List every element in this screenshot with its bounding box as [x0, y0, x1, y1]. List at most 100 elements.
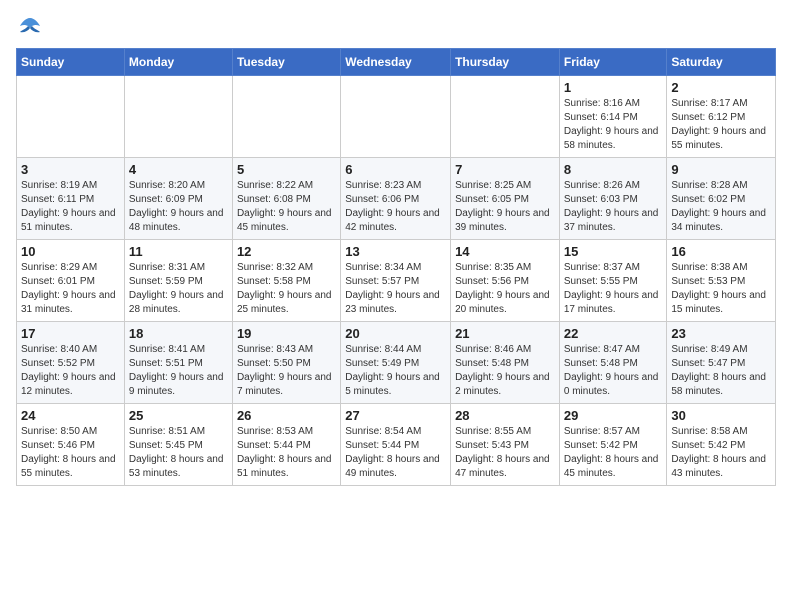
day-info: Sunrise: 8:16 AM Sunset: 6:14 PM Dayligh… [564, 97, 663, 153]
calendar-header-monday: Monday [124, 49, 232, 76]
day-number: 1 [564, 80, 663, 95]
calendar-cell [341, 76, 451, 158]
calendar-header-friday: Friday [559, 49, 667, 76]
day-info: Sunrise: 8:22 AM Sunset: 6:08 PM Dayligh… [237, 179, 336, 235]
day-number: 10 [21, 244, 120, 259]
calendar-cell: 19 Sunrise: 8:43 AM Sunset: 5:50 PM Dayli… [232, 322, 340, 404]
calendar-cell: 3 Sunrise: 8:19 AM Sunset: 6:11 PM Daylig… [17, 158, 125, 240]
day-number: 4 [129, 162, 228, 177]
day-info: Sunrise: 8:29 AM Sunset: 6:01 PM Dayligh… [21, 261, 120, 317]
day-number: 14 [455, 244, 555, 259]
day-info: Sunrise: 8:47 AM Sunset: 5:48 PM Dayligh… [564, 343, 663, 399]
calendar-week-1: 1 Sunrise: 8:16 AM Sunset: 6:14 PM Daylig… [17, 76, 776, 158]
day-number: 18 [129, 326, 228, 341]
calendar-week-2: 3 Sunrise: 8:19 AM Sunset: 6:11 PM Daylig… [17, 158, 776, 240]
day-info: Sunrise: 8:26 AM Sunset: 6:03 PM Dayligh… [564, 179, 663, 235]
day-number: 19 [237, 326, 336, 341]
calendar-week-3: 10 Sunrise: 8:29 AM Sunset: 6:01 PM Dayli… [17, 240, 776, 322]
day-info: Sunrise: 8:31 AM Sunset: 5:59 PM Dayligh… [129, 261, 228, 317]
calendar-table: SundayMondayTuesdayWednesdayThursdayFrid… [16, 48, 776, 486]
day-number: 9 [671, 162, 771, 177]
day-number: 15 [564, 244, 663, 259]
calendar-header-saturday: Saturday [667, 49, 776, 76]
day-number: 22 [564, 326, 663, 341]
day-number: 11 [129, 244, 228, 259]
day-number: 8 [564, 162, 663, 177]
calendar-cell [232, 76, 340, 158]
calendar-cell: 12 Sunrise: 8:32 AM Sunset: 5:58 PM Dayli… [232, 240, 340, 322]
calendar-cell: 15 Sunrise: 8:37 AM Sunset: 5:55 PM Dayli… [559, 240, 667, 322]
calendar-cell: 5 Sunrise: 8:22 AM Sunset: 6:08 PM Daylig… [232, 158, 340, 240]
calendar-cell: 14 Sunrise: 8:35 AM Sunset: 5:56 PM Dayli… [451, 240, 560, 322]
calendar-cell: 27 Sunrise: 8:54 AM Sunset: 5:44 PM Dayli… [341, 404, 451, 486]
day-info: Sunrise: 8:50 AM Sunset: 5:46 PM Dayligh… [21, 425, 120, 481]
day-info: Sunrise: 8:43 AM Sunset: 5:50 PM Dayligh… [237, 343, 336, 399]
calendar-header-tuesday: Tuesday [232, 49, 340, 76]
day-number: 17 [21, 326, 120, 341]
day-number: 6 [345, 162, 446, 177]
calendar-cell: 2Sunrise: 8:17 AM Sunset: 6:12 PM Daylig… [667, 76, 776, 158]
day-number: 27 [345, 408, 446, 423]
day-info: Sunrise: 8:53 AM Sunset: 5:44 PM Dayligh… [237, 425, 336, 481]
calendar-cell: 10 Sunrise: 8:29 AM Sunset: 6:01 PM Dayli… [17, 240, 125, 322]
calendar-cell: 25 Sunrise: 8:51 AM Sunset: 5:45 PM Dayli… [124, 404, 232, 486]
day-number: 20 [345, 326, 446, 341]
day-info: Sunrise: 8:46 AM Sunset: 5:48 PM Dayligh… [455, 343, 555, 399]
calendar-header-wednesday: Wednesday [341, 49, 451, 76]
calendar-cell: 16Sunrise: 8:38 AM Sunset: 5:53 PM Dayli… [667, 240, 776, 322]
day-info: Sunrise: 8:37 AM Sunset: 5:55 PM Dayligh… [564, 261, 663, 317]
calendar-cell: 21 Sunrise: 8:46 AM Sunset: 5:48 PM Dayli… [451, 322, 560, 404]
day-info: Sunrise: 8:40 AM Sunset: 5:52 PM Dayligh… [21, 343, 120, 399]
day-info: Sunrise: 8:55 AM Sunset: 5:43 PM Dayligh… [455, 425, 555, 481]
header [16, 16, 776, 36]
calendar-cell: 30Sunrise: 8:58 AM Sunset: 5:42 PM Dayli… [667, 404, 776, 486]
day-info: Sunrise: 8:32 AM Sunset: 5:58 PM Dayligh… [237, 261, 336, 317]
day-info: Sunrise: 8:19 AM Sunset: 6:11 PM Dayligh… [21, 179, 120, 235]
day-info: Sunrise: 8:28 AM Sunset: 6:02 PM Dayligh… [671, 179, 771, 235]
day-number: 5 [237, 162, 336, 177]
calendar-header-row: SundayMondayTuesdayWednesdayThursdayFrid… [17, 49, 776, 76]
logo [16, 16, 48, 36]
calendar-week-4: 17 Sunrise: 8:40 AM Sunset: 5:52 PM Dayli… [17, 322, 776, 404]
calendar-cell: 24 Sunrise: 8:50 AM Sunset: 5:46 PM Dayli… [17, 404, 125, 486]
day-number: 12 [237, 244, 336, 259]
calendar-cell: 20 Sunrise: 8:44 AM Sunset: 5:49 PM Dayli… [341, 322, 451, 404]
calendar-header-sunday: Sunday [17, 49, 125, 76]
calendar-cell: 22 Sunrise: 8:47 AM Sunset: 5:48 PM Dayli… [559, 322, 667, 404]
day-info: Sunrise: 8:41 AM Sunset: 5:51 PM Dayligh… [129, 343, 228, 399]
calendar-cell: 7 Sunrise: 8:25 AM Sunset: 6:05 PM Daylig… [451, 158, 560, 240]
day-info: Sunrise: 8:51 AM Sunset: 5:45 PM Dayligh… [129, 425, 228, 481]
day-number: 24 [21, 408, 120, 423]
calendar-cell: 8 Sunrise: 8:26 AM Sunset: 6:03 PM Daylig… [559, 158, 667, 240]
day-info: Sunrise: 8:35 AM Sunset: 5:56 PM Dayligh… [455, 261, 555, 317]
calendar-cell [124, 76, 232, 158]
day-info: Sunrise: 8:44 AM Sunset: 5:49 PM Dayligh… [345, 343, 446, 399]
calendar-week-5: 24 Sunrise: 8:50 AM Sunset: 5:46 PM Dayli… [17, 404, 776, 486]
day-number: 21 [455, 326, 555, 341]
day-number: 7 [455, 162, 555, 177]
day-info: Sunrise: 8:17 AM Sunset: 6:12 PM Dayligh… [671, 97, 771, 153]
calendar-cell: 11 Sunrise: 8:31 AM Sunset: 5:59 PM Dayli… [124, 240, 232, 322]
calendar-cell: 26 Sunrise: 8:53 AM Sunset: 5:44 PM Dayli… [232, 404, 340, 486]
day-info: Sunrise: 8:34 AM Sunset: 5:57 PM Dayligh… [345, 261, 446, 317]
calendar-cell: 13Sunrise: 8:34 AM Sunset: 5:57 PM Dayli… [341, 240, 451, 322]
day-info: Sunrise: 8:49 AM Sunset: 5:47 PM Dayligh… [671, 343, 771, 399]
logo-bird-icon [16, 16, 44, 36]
calendar-cell: 29 Sunrise: 8:57 AM Sunset: 5:42 PM Dayli… [559, 404, 667, 486]
calendar-cell: 23 Sunrise: 8:49 AM Sunset: 5:47 PM Dayli… [667, 322, 776, 404]
day-number: 25 [129, 408, 228, 423]
day-info: Sunrise: 8:25 AM Sunset: 6:05 PM Dayligh… [455, 179, 555, 235]
day-info: Sunrise: 8:20 AM Sunset: 6:09 PM Dayligh… [129, 179, 228, 235]
day-number: 30 [671, 408, 771, 423]
day-info: Sunrise: 8:54 AM Sunset: 5:44 PM Dayligh… [345, 425, 446, 481]
calendar-cell: 6Sunrise: 8:23 AM Sunset: 6:06 PM Daylig… [341, 158, 451, 240]
calendar-cell [17, 76, 125, 158]
calendar-cell: 17 Sunrise: 8:40 AM Sunset: 5:52 PM Dayli… [17, 322, 125, 404]
day-number: 29 [564, 408, 663, 423]
calendar-cell: 9 Sunrise: 8:28 AM Sunset: 6:02 PM Daylig… [667, 158, 776, 240]
day-number: 26 [237, 408, 336, 423]
day-info: Sunrise: 8:57 AM Sunset: 5:42 PM Dayligh… [564, 425, 663, 481]
day-number: 23 [671, 326, 771, 341]
calendar-cell: 4 Sunrise: 8:20 AM Sunset: 6:09 PM Daylig… [124, 158, 232, 240]
day-number: 3 [21, 162, 120, 177]
